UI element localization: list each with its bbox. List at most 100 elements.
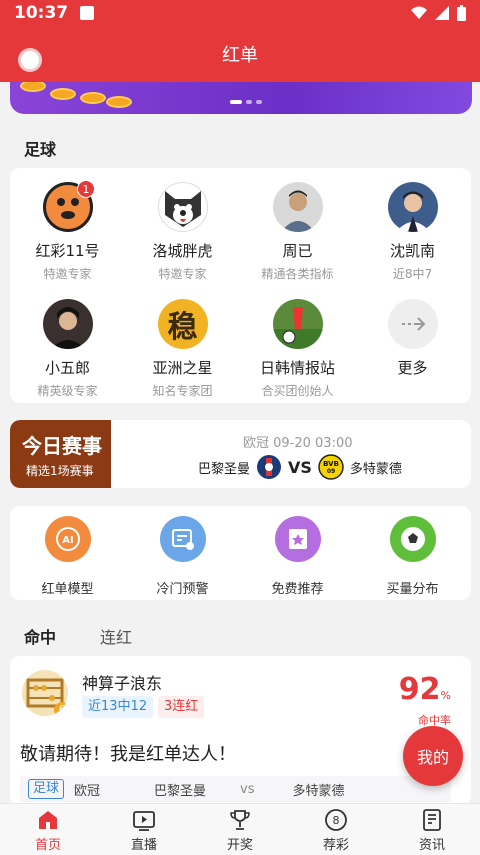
tab-streak[interactable]: 连红: [100, 624, 132, 648]
person-photo-icon: [280, 190, 315, 232]
alert-icon: [159, 516, 206, 562]
expert-subtitle: 特邀专家: [43, 267, 92, 281]
expert-name: 更多: [397, 359, 428, 377]
play-icon: [133, 811, 155, 831]
hit-rate: 92%: [399, 672, 451, 707]
tab-label: 开奖: [226, 838, 253, 853]
expert-avatar: [387, 182, 438, 232]
coin-graphic: [50, 88, 76, 100]
tab-label: 荐彩: [322, 838, 349, 853]
tool-alert[interactable]: 冷门预警: [125, 516, 240, 597]
tool-model[interactable]: AI 红单模型: [10, 516, 125, 597]
hits-chip: 近13中12: [82, 696, 154, 718]
section-title-football: 足球: [24, 140, 57, 159]
arrow-right-icon: [401, 317, 425, 331]
expert-subtitle: 知名专家团: [152, 384, 213, 398]
home-team-name: 巴黎圣曼: [198, 461, 251, 477]
expert-name: 沈凯南: [389, 242, 435, 260]
expert-name: 亚洲之星: [152, 359, 213, 377]
feed-match-row: 足球 欧冠 巴黎圣曼 vs 多特蒙德: [20, 776, 451, 802]
expert-avatar-glyph: 稳: [167, 310, 198, 345]
tab-picks[interactable]: 8 荐彩: [288, 804, 384, 855]
tab-label: 直播: [130, 838, 157, 853]
today-match-tag: 今日赛事 精选1场赛事: [10, 420, 111, 488]
page-title: 红单: [222, 45, 258, 66]
tab-home[interactable]: 首页: [0, 804, 96, 855]
pager-dot: [246, 100, 252, 104]
football-player-icon: [272, 307, 323, 349]
expert-avatar: [42, 299, 93, 349]
expert-item[interactable]: 小五郎 精英级专家: [10, 299, 125, 399]
svg-text:8: 8: [333, 814, 340, 827]
expert-avatar: [272, 182, 323, 232]
tool-volume[interactable]: 买量分布: [355, 516, 470, 597]
tab-label: 首页: [34, 838, 61, 853]
expert-name: 日韩情报站: [259, 359, 335, 377]
wifi-icon: [411, 6, 427, 19]
versus-label: VS: [288, 457, 312, 477]
my-profile-fab[interactable]: 我的: [403, 726, 463, 786]
tool-free-picks[interactable]: 免费推荐: [240, 516, 355, 597]
today-match-card[interactable]: 今日赛事 精选1场赛事 欧冠 09-20 03:00 巴黎圣曼 VS BVB 09…: [10, 420, 471, 488]
expert-subtitle: 合买团创始人: [261, 384, 334, 398]
today-match-subtitle: 精选1场赛事: [26, 464, 94, 478]
more-experts-button[interactable]: 更多: [355, 299, 470, 378]
battery-icon: [457, 5, 466, 21]
promo-banner[interactable]: [10, 82, 472, 114]
tab-hits[interactable]: 命中: [24, 624, 56, 648]
hit-rate-value: 92: [398, 672, 441, 707]
person-photo-icon: [395, 191, 430, 232]
expert-name: 小五郎: [44, 359, 90, 377]
expert-item[interactable]: 洛城胖虎 特邀专家: [125, 182, 240, 282]
feed-username: 神算子浪东: [82, 674, 163, 693]
unread-badge: 1: [77, 180, 95, 198]
streak-chip: 3连红: [158, 696, 205, 718]
signal-icon: [435, 6, 449, 20]
husky-dog-icon: [164, 191, 201, 227]
svg-text:AI: AI: [62, 535, 73, 546]
row-away: 多特蒙德: [292, 783, 345, 799]
svg-text:09: 09: [327, 468, 335, 475]
coin-graphic: [80, 92, 106, 104]
match-teams: 巴黎圣曼 VS BVB 09 多特蒙德: [198, 454, 402, 480]
ball8-icon: 8: [325, 809, 347, 831]
expert-item[interactable]: 沈凯南 近8中7: [355, 182, 470, 282]
expert-subtitle: 特邀专家: [158, 267, 207, 281]
banner-pager: [230, 100, 262, 104]
profile-avatar-button[interactable]: [18, 48, 42, 72]
expert-subtitle: 精通各类指标: [261, 267, 334, 281]
expert-item[interactable]: 稳 亚洲之星 知名专家团: [125, 299, 240, 399]
feed-tabs: 命中 连红: [24, 624, 132, 648]
expert-item[interactable]: 日韩情报站 合买团创始人: [240, 299, 355, 399]
away-team-name: 多特蒙德: [349, 461, 402, 477]
row-home: 巴黎圣曼: [154, 783, 207, 799]
more-icon: [387, 299, 438, 349]
feed-card[interactable]: 6 神算子浪东 近13中12 3连红 92% 命中率 敬请期待！我是红单达人！ …: [10, 656, 471, 806]
expert-name: 红彩11号: [35, 242, 100, 260]
expert-grid: 1 红彩11号 特邀专家 洛城胖虎 特邀专家 周已 精通各类指标 沈凯南 近8中…: [10, 168, 471, 403]
tab-results[interactable]: 开奖: [192, 804, 288, 855]
hit-rate-unit: %: [440, 689, 451, 702]
tab-live[interactable]: 直播: [96, 804, 192, 855]
expert-item[interactable]: 周已 精通各类指标: [240, 182, 355, 282]
title-bar: 红单: [0, 26, 480, 82]
expert-item[interactable]: 1 红彩11号 特邀专家: [10, 180, 125, 282]
home-icon: [39, 811, 57, 829]
tab-news[interactable]: 资讯: [384, 804, 480, 855]
coin-graphic: [20, 82, 46, 92]
pager-dot: [230, 100, 242, 104]
star-icon: [274, 516, 321, 562]
person-photo-icon: [50, 307, 85, 349]
tool-label: 免费推荐: [271, 582, 324, 597]
level-badge: 6: [54, 702, 68, 716]
expert-avatar: 稳: [157, 299, 208, 349]
expert-subtitle: 近8中7: [392, 267, 433, 281]
feed-avatar: 6: [22, 670, 68, 716]
expert-avatar: [157, 182, 208, 232]
psg-crest-icon: [257, 455, 282, 479]
ai-icon: AI: [44, 516, 91, 562]
tool-label: 红单模型: [41, 582, 94, 597]
expert-avatar: [272, 299, 323, 349]
sport-tag: 足球: [28, 779, 65, 799]
tools-grid: AI 红单模型 冷门预警 免费推荐 买量分布: [10, 506, 471, 600]
